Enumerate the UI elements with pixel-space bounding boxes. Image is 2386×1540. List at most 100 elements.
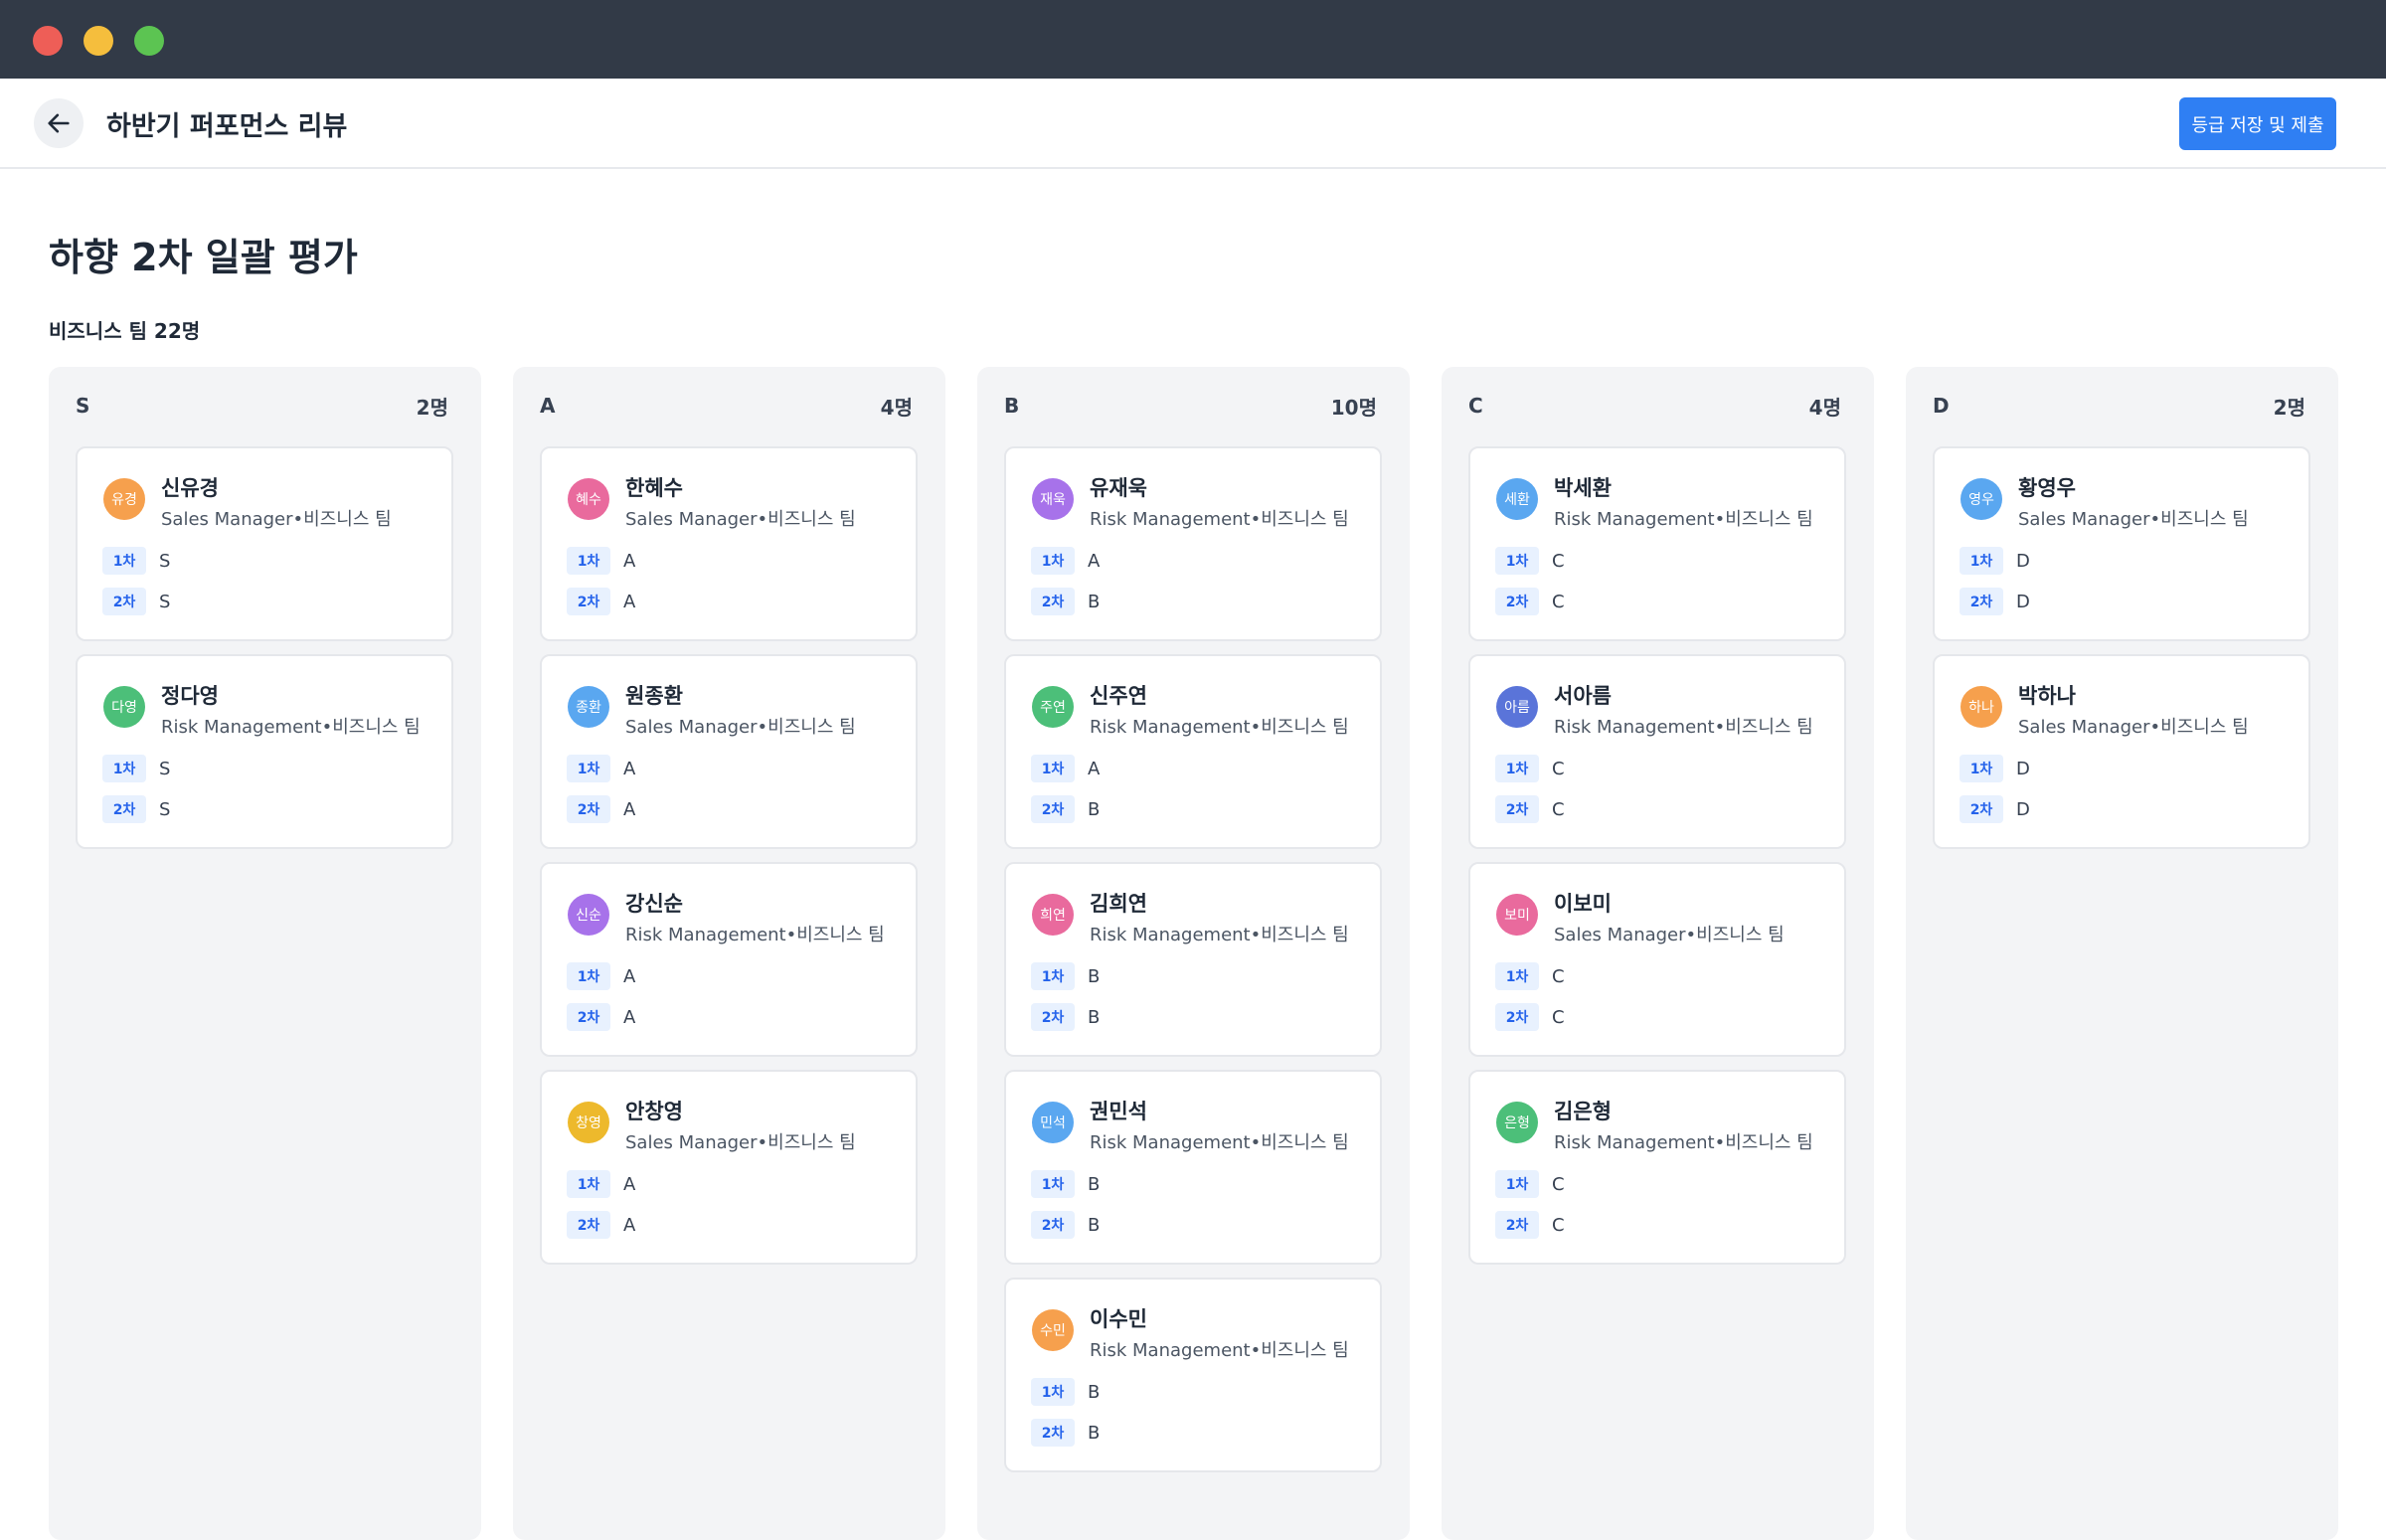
second-round-grade: B — [1088, 591, 1101, 612]
column-header: B 10명 — [1004, 391, 1377, 421]
first-round-grade: C — [1552, 550, 1565, 572]
second-round-row: 2차 B — [1031, 588, 1100, 615]
first-round-row: 1차 S — [102, 755, 170, 782]
first-round-row: 1차 C — [1495, 755, 1565, 782]
second-round-grade: S — [159, 798, 171, 820]
employee-card[interactable]: 신순 강신순 Risk Management•비즈니스 팀 1차 A 2차 A — [540, 862, 918, 1057]
employee-name: 강신순 — [625, 892, 683, 916]
close-window-button[interactable] — [33, 26, 63, 56]
second-round-grade: S — [159, 591, 171, 612]
employee-name: 김희연 — [1090, 892, 1147, 916]
column-count: 4명 — [1808, 395, 1841, 420]
second-round-badge: 2차 — [1495, 795, 1539, 823]
first-round-badge: 1차 — [102, 547, 146, 575]
second-round-badge: 2차 — [102, 588, 146, 615]
employee-card[interactable]: 창영 안창영 Sales Manager•비즈니스 팀 1차 A 2차 A — [540, 1070, 918, 1265]
second-round-row: 2차 A — [567, 588, 635, 615]
grade-column-a[interactable]: A 4명 혜수 한혜수 Sales Manager•비즈니스 팀 1차 A 2차 A 종환 원종환 S… — [513, 367, 945, 1540]
column-grade: D — [1933, 394, 1950, 418]
maximize-window-button[interactable] — [134, 26, 164, 56]
avatar: 은형 — [1496, 1102, 1538, 1143]
avatar: 주연 — [1032, 686, 1074, 728]
first-round-row: 1차 C — [1495, 547, 1565, 575]
first-round-row: 1차 A — [567, 547, 635, 575]
first-round-grade: A — [1088, 550, 1101, 572]
employee-role: Risk Management•비즈니스 팀 — [1090, 717, 1349, 738]
first-round-badge: 1차 — [567, 962, 610, 990]
employee-card[interactable]: 아름 서아름 Risk Management•비즈니스 팀 1차 C 2차 C — [1468, 654, 1846, 849]
employee-card[interactable]: 유경 신유경 Sales Manager•비즈니스 팀 1차 S 2차 S — [76, 446, 453, 641]
grade-column-c[interactable]: C 4명 세환 박세환 Risk Management•비즈니스 팀 1차 C 2차 C 아름 서아… — [1442, 367, 1874, 1540]
first-round-badge: 1차 — [1960, 755, 2003, 782]
employee-role: Sales Manager•비즈니스 팀 — [625, 1132, 856, 1153]
minimize-window-button[interactable] — [84, 26, 113, 56]
employee-role: Sales Manager•비즈니스 팀 — [161, 509, 392, 530]
employee-card[interactable]: 다영 정다영 Risk Management•비즈니스 팀 1차 S 2차 S — [76, 654, 453, 849]
second-round-badge: 2차 — [1960, 795, 2003, 823]
back-button[interactable] — [34, 98, 84, 148]
second-round-grade: C — [1552, 798, 1565, 820]
first-round-badge: 1차 — [1960, 547, 2003, 575]
employee-card[interactable]: 하나 박하나 Sales Manager•비즈니스 팀 1차 D 2차 D — [1933, 654, 2310, 849]
avatar: 신순 — [568, 894, 609, 936]
first-round-grade: A — [623, 965, 636, 987]
employee-name: 한혜수 — [625, 476, 683, 500]
employee-card[interactable]: 수민 이수민 Risk Management•비즈니스 팀 1차 B 2차 B — [1004, 1278, 1382, 1472]
app-header: 하반기 퍼포먼스 리뷰 등급 저장 및 제출 — [0, 79, 2386, 169]
employee-name: 이보미 — [1554, 892, 1612, 916]
first-round-grade: D — [2016, 550, 2030, 572]
second-round-badge: 2차 — [567, 1211, 610, 1239]
grade-column-b[interactable]: B 10명 재욱 유재욱 Risk Management•비즈니스 팀 1차 A 2차 B 주연 신… — [977, 367, 1410, 1540]
second-round-row: 2차 S — [102, 588, 170, 615]
first-round-grade: B — [1088, 1381, 1101, 1403]
first-round-row: 1차 C — [1495, 962, 1565, 990]
employee-card[interactable]: 혜수 한혜수 Sales Manager•비즈니스 팀 1차 A 2차 A — [540, 446, 918, 641]
second-round-grade: B — [1088, 1422, 1101, 1444]
save-and-submit-button[interactable]: 등급 저장 및 제출 — [2179, 97, 2336, 150]
second-round-row: 2차 B — [1031, 1003, 1100, 1031]
grade-column-d[interactable]: D 2명 영우 황영우 Sales Manager•비즈니스 팀 1차 D 2차 D 하나 박하나 S… — [1906, 367, 2338, 1540]
employee-card[interactable]: 영우 황영우 Sales Manager•비즈니스 팀 1차 D 2차 D — [1933, 446, 2310, 641]
second-round-row: 2차 C — [1495, 795, 1565, 823]
employee-card[interactable]: 종환 원종환 Sales Manager•비즈니스 팀 1차 A 2차 A — [540, 654, 918, 849]
first-round-grade: A — [623, 758, 636, 779]
grade-column-s[interactable]: S 2명 유경 신유경 Sales Manager•비즈니스 팀 1차 S 2차 S 다영 정다영 R… — [49, 367, 481, 1540]
second-round-grade: A — [623, 798, 636, 820]
first-round-badge: 1차 — [102, 755, 146, 782]
second-round-badge: 2차 — [1031, 795, 1075, 823]
second-round-badge: 2차 — [102, 795, 146, 823]
employee-card[interactable]: 보미 이보미 Sales Manager•비즈니스 팀 1차 C 2차 C — [1468, 862, 1846, 1057]
employee-card[interactable]: 희연 김희연 Risk Management•비즈니스 팀 1차 B 2차 B — [1004, 862, 1382, 1057]
employee-role: Risk Management•비즈니스 팀 — [1090, 925, 1349, 945]
employee-role: Risk Management•비즈니스 팀 — [1554, 509, 1813, 530]
second-round-grade: B — [1088, 1006, 1101, 1028]
avatar: 희연 — [1032, 894, 1074, 936]
second-round-grade: D — [2016, 591, 2030, 612]
first-round-grade: D — [2016, 758, 2030, 779]
first-round-badge: 1차 — [567, 1170, 610, 1198]
second-round-grade: A — [623, 591, 636, 612]
second-round-grade: C — [1552, 1214, 1565, 1236]
first-round-badge: 1차 — [567, 755, 610, 782]
employee-role: Risk Management•비즈니스 팀 — [1554, 717, 1813, 738]
second-round-badge: 2차 — [1031, 1211, 1075, 1239]
first-round-grade: S — [159, 550, 171, 572]
column-count: 2명 — [416, 395, 448, 420]
employee-role: Sales Manager•비즈니스 팀 — [625, 717, 856, 738]
employee-name: 김은형 — [1554, 1100, 1612, 1123]
employee-card[interactable]: 세환 박세환 Risk Management•비즈니스 팀 1차 C 2차 C — [1468, 446, 1846, 641]
employee-card[interactable]: 재욱 유재욱 Risk Management•비즈니스 팀 1차 A 2차 B — [1004, 446, 1382, 641]
second-round-grade: C — [1552, 591, 1565, 612]
employee-card[interactable]: 은형 김은형 Risk Management•비즈니스 팀 1차 C 2차 C — [1468, 1070, 1846, 1265]
employee-card[interactable]: 주연 신주연 Risk Management•비즈니스 팀 1차 A 2차 B — [1004, 654, 1382, 849]
second-round-badge: 2차 — [567, 795, 610, 823]
employee-role: Risk Management•비즈니스 팀 — [1090, 1340, 1349, 1361]
first-round-grade: A — [623, 550, 636, 572]
second-round-badge: 2차 — [1031, 1419, 1075, 1447]
first-round-row: 1차 A — [1031, 547, 1100, 575]
column-header: C 4명 — [1468, 391, 1841, 421]
second-round-row: 2차 C — [1495, 588, 1565, 615]
employee-card[interactable]: 민석 권민석 Risk Management•비즈니스 팀 1차 B 2차 B — [1004, 1070, 1382, 1265]
employee-name: 권민석 — [1090, 1100, 1147, 1123]
first-round-row: 1차 C — [1495, 1170, 1565, 1198]
